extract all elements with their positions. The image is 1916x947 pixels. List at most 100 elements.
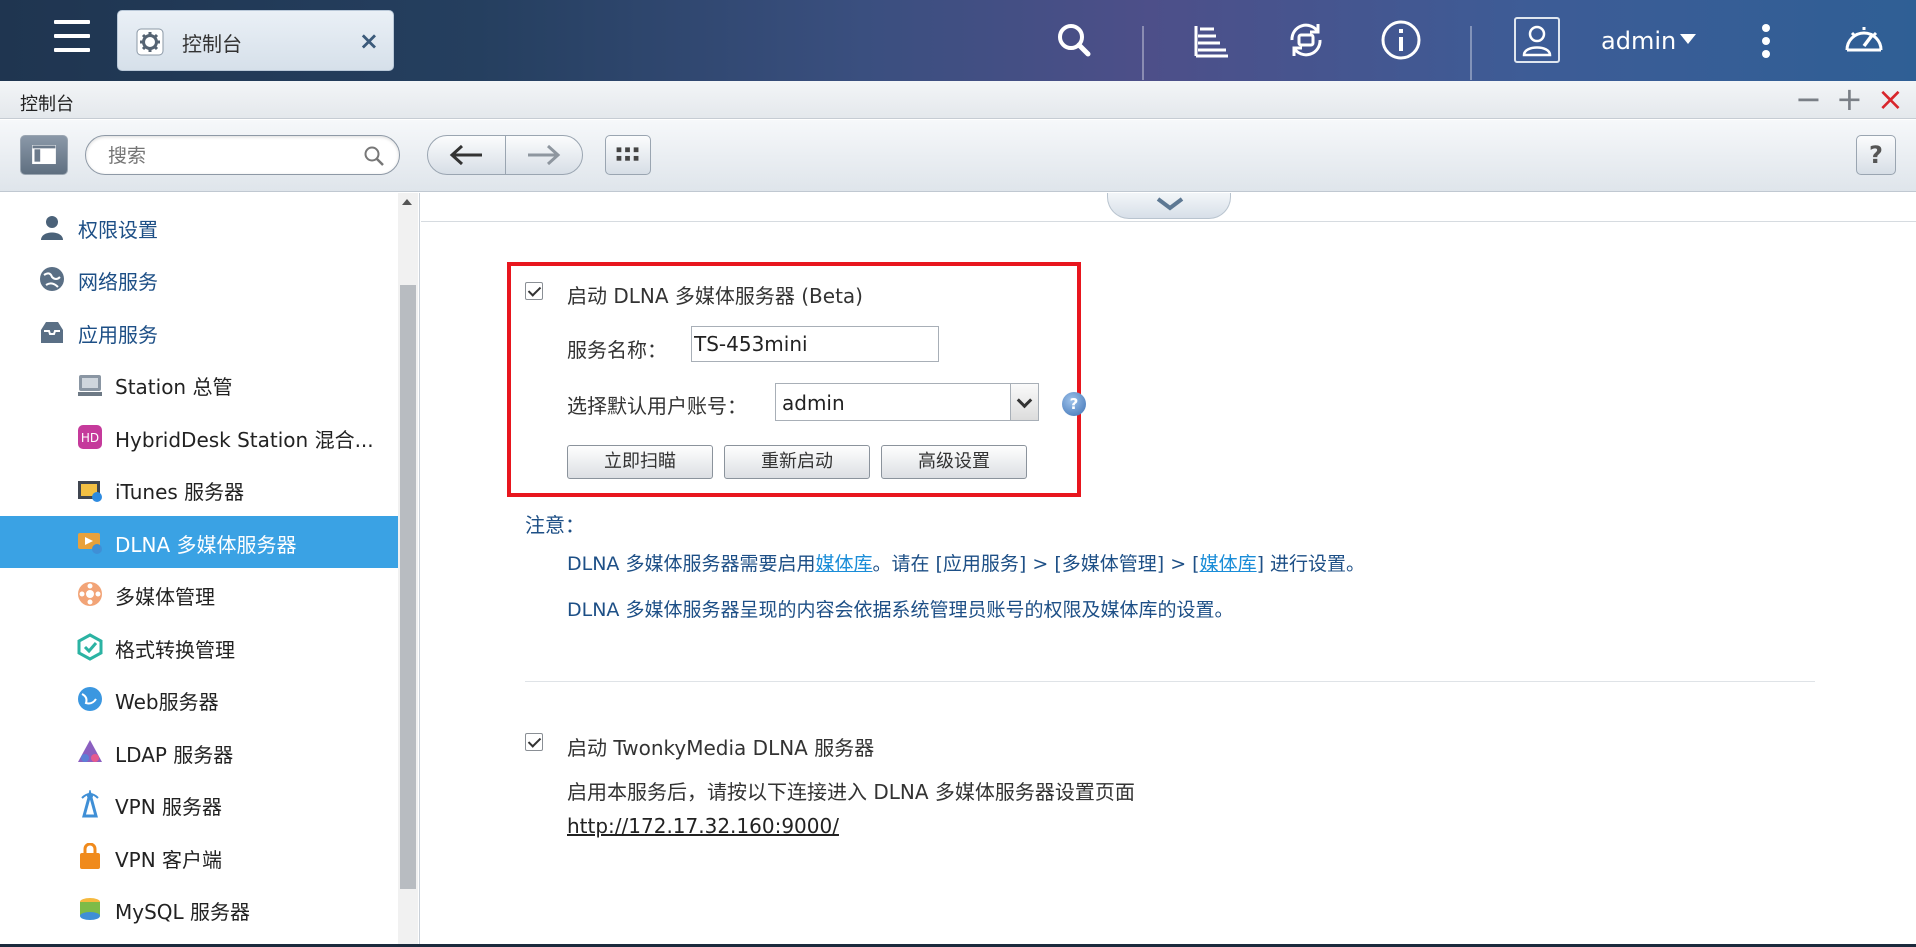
sidebar-toggle-icon: [32, 145, 56, 165]
default-user-select[interactable]: admin: [775, 383, 1039, 421]
restart-button[interactable]: 重新启动: [724, 445, 870, 479]
advanced-settings-button[interactable]: 高级设置: [881, 445, 1027, 479]
note-text: DLNA 多媒体服务器需要启用: [567, 553, 816, 575]
help-icon[interactable]: ?: [1062, 392, 1086, 416]
help-button[interactable]: ?: [1856, 135, 1896, 175]
sidebar-item-label: LDAP 服务器: [115, 743, 234, 767]
search-icon[interactable]: [1052, 18, 1096, 62]
service-name-label: 服务名称：: [567, 338, 667, 362]
main-content: 启动 DLNA 多媒体服务器 (Beta) 服务名称： 选择默认用户账号： ad…: [421, 193, 1916, 947]
sidebar-item[interactable]: iTunes 服务器: [0, 463, 398, 515]
sidebar-item[interactable]: LDAP 服务器: [0, 726, 398, 778]
note-text: ] 进行设置。: [1256, 553, 1366, 575]
more-options-icon[interactable]: [1762, 24, 1770, 58]
minimize-button[interactable]: −: [1795, 83, 1822, 115]
ldap-icon: [78, 740, 102, 762]
twonky-description: 启用本服务后，请按以下连接进入 DLNA 多媒体服务器设置页面: [567, 780, 1135, 804]
app-grid-button[interactable]: [605, 135, 651, 175]
sidebar-item[interactable]: 权限设置: [0, 201, 398, 253]
itunes-icon: [78, 481, 102, 502]
app-tab-label: 控制台: [182, 32, 242, 56]
station-icon: [78, 375, 102, 396]
sidebar-item[interactable]: VPN 服务器: [0, 778, 398, 830]
dlna-enable-checkbox[interactable]: [525, 282, 543, 300]
note-title: 注意：: [525, 513, 585, 537]
twonky-settings-link[interactable]: http://172.17.32.160:9000/: [567, 814, 839, 838]
sync-icon[interactable]: [1284, 18, 1328, 62]
sidebar-item[interactable]: MySQL 服务器: [0, 883, 398, 935]
info-icon[interactable]: [1379, 18, 1423, 62]
sidebar-item[interactable]: 网络服务: [0, 253, 398, 305]
maximize-button[interactable]: +: [1836, 83, 1863, 115]
window-title: 控制台: [20, 94, 74, 115]
collapse-tab[interactable]: [1107, 193, 1231, 219]
twonky-enable-label: 启动 TwonkyMedia DLNA 服务器: [567, 736, 875, 760]
media-library-link[interactable]: 媒体库: [1200, 553, 1257, 575]
sidebar-item-label: Station 总管: [115, 375, 233, 399]
divider: [421, 221, 1916, 222]
twonky-enable-checkbox[interactable]: [525, 733, 543, 751]
chevron-down-icon: [1156, 197, 1184, 211]
sidebar-item-label: HybridDesk Station 混合...: [115, 428, 374, 452]
divider: [1470, 26, 1472, 80]
user-name[interactable]: admin: [1601, 27, 1676, 55]
vpn-client-icon: [80, 843, 100, 869]
navigation-buttons: [427, 135, 583, 175]
service-name-input[interactable]: [691, 326, 939, 362]
sidebar-item-label: iTunes 服务器: [115, 480, 245, 504]
sidebar-item-label: 格式转换管理: [115, 638, 235, 662]
search-box[interactable]: [85, 135, 400, 175]
arrow-right-icon: [528, 144, 561, 166]
grid-icon: [616, 147, 639, 161]
note-line-1: DLNA 多媒体服务器需要启用媒体库。请在 [应用服务] > [多媒体管理] >…: [567, 549, 1365, 576]
scan-now-button[interactable]: 立即扫瞄: [567, 445, 713, 479]
sidebar-item[interactable]: 多媒体管理: [0, 568, 398, 620]
forward-button[interactable]: [506, 136, 582, 174]
sidebar-item[interactable]: VPN 客户端: [0, 831, 398, 883]
inbox-icon: [41, 322, 63, 343]
divider: [1142, 26, 1144, 80]
sidebar-item-label: DLNA 多媒体服务器: [115, 533, 297, 557]
divider: [525, 681, 1815, 682]
app-tab-control-panel[interactable]: 控制台 ×: [117, 10, 394, 71]
sidebar-item-label: MySQL 服务器: [115, 900, 251, 924]
svg-text:HD: HD: [81, 431, 99, 445]
stack-icon[interactable]: [1190, 18, 1234, 62]
sidebar-item-label: VPN 服务器: [115, 795, 223, 819]
scroll-up-icon[interactable]: [402, 199, 412, 205]
main-menu-icon[interactable]: [50, 16, 94, 60]
back-button[interactable]: [428, 136, 506, 174]
sidebar-item[interactable]: 应用服务: [0, 306, 398, 358]
sidebar-item-label: Web服务器: [115, 690, 219, 714]
media-library-link[interactable]: 媒体库: [815, 553, 872, 575]
user-icon: [41, 216, 63, 240]
sidebar-item[interactable]: Web服务器: [0, 673, 398, 725]
taskbar: 控制台 × admin: [0, 0, 1916, 81]
sidebar-item-label: 权限设置: [78, 218, 158, 242]
sidebar-item[interactable]: HD HybridDesk Station 混合...: [0, 411, 398, 463]
search-icon[interactable]: [363, 145, 385, 167]
sidebar-item[interactable]: Station 总管: [0, 358, 398, 410]
gear-icon: [136, 28, 164, 56]
transcode-icon: [77, 633, 103, 661]
chevron-down-icon[interactable]: [1680, 34, 1696, 44]
dlna-icon: [78, 533, 102, 554]
avatar[interactable]: [1514, 17, 1560, 63]
sidebar-item-label: VPN 客户端: [115, 848, 223, 872]
close-icon[interactable]: ×: [359, 27, 379, 55]
dashboard-icon[interactable]: [1842, 18, 1886, 62]
mysql-icon: [80, 898, 100, 920]
sidebar-item[interactable]: DLNA 多媒体服务器: [0, 516, 398, 568]
sidebar-toggle-button[interactable]: [20, 135, 68, 175]
sidebar-item[interactable]: 格式转换管理: [0, 621, 398, 673]
media-icon: [78, 582, 102, 606]
sidebar-item-label: 多媒体管理: [115, 585, 215, 609]
arrow-left-icon: [449, 144, 482, 166]
chevron-down-icon[interactable]: [1010, 384, 1038, 420]
search-input[interactable]: [108, 144, 358, 168]
sidebar-scrollbar-thumb[interactable]: [400, 285, 416, 889]
note-line-2: DLNA 多媒体服务器呈现的内容会依据系统管理员账号的权限及媒体库的设置。: [567, 599, 1234, 621]
close-window-button[interactable]: ×: [1877, 83, 1904, 115]
dlna-enable-label: 启动 DLNA 多媒体服务器 (Beta): [567, 284, 863, 308]
note-text: 。请在 [应用服务] > [多媒体管理] > [: [872, 553, 1200, 575]
